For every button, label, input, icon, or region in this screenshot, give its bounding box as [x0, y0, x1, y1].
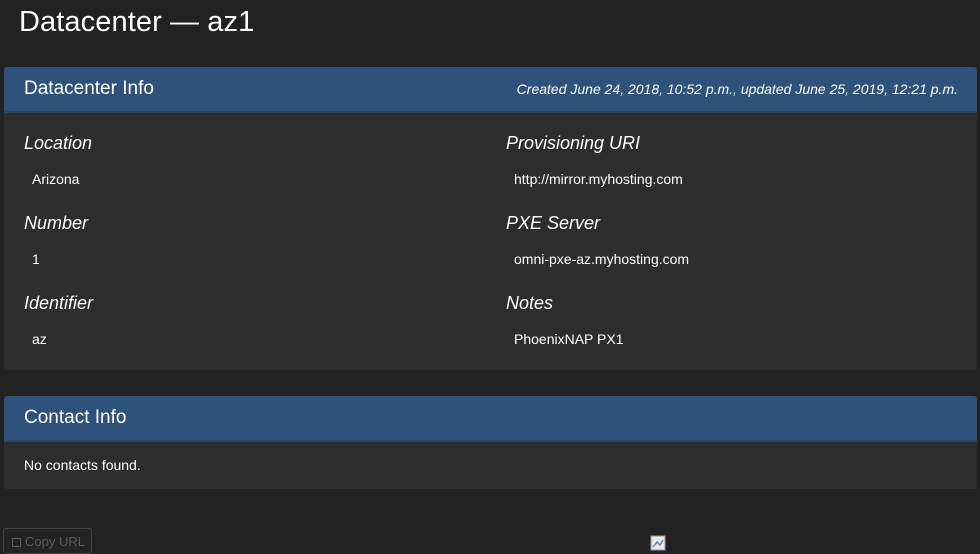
identifier-value: az [32, 331, 47, 347]
pxe-server-value: omni-pxe-az.myhosting.com [514, 251, 690, 267]
provisioning-uri-value: http://mirror.myhosting.com [514, 171, 683, 187]
location-label: Location [24, 133, 93, 153]
page-title: Datacenter — az1 [19, 6, 255, 38]
datacenter-info-grid: Location Arizona Number 1 Identifier az … [4, 113, 977, 370]
created-updated-meta: Created June 24, 2018, 10:52 p.m., updat… [516, 81, 958, 97]
provisioning-uri-label: Provisioning URI [506, 133, 641, 153]
location-value: Arizona [32, 171, 80, 187]
datacenter-info-title: Datacenter Info [24, 78, 154, 99]
contact-info-panel: Contact Info No contacts found. [4, 396, 977, 489]
identifier-label: Identifier [24, 293, 94, 313]
number-field: Number 1 [24, 213, 88, 267]
contact-info-header: Contact Info [4, 396, 977, 442]
broken-image-icon [650, 535, 666, 551]
no-contacts-message: No contacts found. [24, 457, 141, 473]
pxe-server-field: PXE Server omni-pxe-az.myhosting.com [506, 213, 689, 267]
identifier-field: Identifier az [24, 293, 93, 347]
pxe-server-label: PXE Server [506, 213, 601, 233]
notes-field: Notes PhoenixNAP PX1 [506, 293, 623, 347]
number-label: Number [24, 213, 89, 233]
datacenter-info-panel: Datacenter Info Created June 24, 2018, 1… [4, 67, 977, 370]
copy-url-label: Copy URL [25, 534, 85, 549]
contact-info-title: Contact Info [24, 407, 127, 428]
location-field: Location Arizona [24, 133, 92, 187]
datacenter-info-header: Datacenter Info Created June 24, 2018, 1… [4, 67, 977, 113]
notes-label: Notes [506, 293, 554, 313]
number-value: 1 [32, 251, 40, 267]
provisioning-uri-field: Provisioning URI http://mirror.myhosting… [506, 133, 683, 187]
contact-info-body: No contacts found. [4, 442, 977, 488]
notes-value: PhoenixNAP PX1 [514, 331, 624, 347]
copy-url-button[interactable]: Copy URL [3, 528, 92, 554]
